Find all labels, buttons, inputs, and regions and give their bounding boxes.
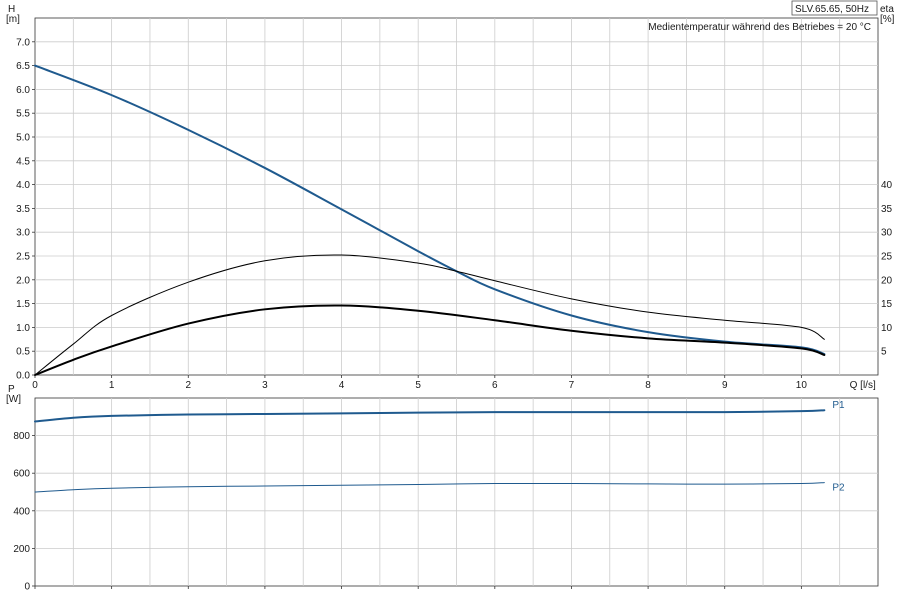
y-right-tick-label: 30 <box>881 228 893 239</box>
y-left-axis-unit: [W] <box>6 394 21 405</box>
y-left-tick-label: 800 <box>13 431 30 442</box>
pump-performance-chart: 0.0 0.5 1.0 1.5 2.0 2.5 3.0 3.5 4.0 4.5 5.0 5.5 6.0 6… <box>6 0 895 593</box>
y-left-tick-label: 1.5 <box>16 299 30 310</box>
x-tick-label: 7 <box>569 380 575 391</box>
y-left-tick-label: 6.5 <box>16 61 30 72</box>
y-left-tick-label: 5.0 <box>16 133 30 144</box>
y-left-tick-label: 4.0 <box>16 180 30 191</box>
y-right-tick-label: 35 <box>881 204 893 215</box>
x-tick-label: 3 <box>262 380 268 391</box>
x-tick-label: 8 <box>645 380 651 391</box>
y-right-axis-unit: [%] <box>880 14 895 25</box>
x-tick-label: 4 <box>339 380 345 391</box>
x-tick-label: 10 <box>796 380 808 391</box>
power-panel: 0200400600800P[W]P1P2 <box>6 384 879 593</box>
y-left-tick-label: 2.5 <box>16 252 30 263</box>
x-tick-label: 1 <box>109 380 115 391</box>
y-left-tick-label: 4.5 <box>16 156 30 167</box>
y-right-tick-label: 5 <box>881 347 887 358</box>
y-left-tick-label: 6.0 <box>16 85 30 96</box>
y-right-tick-label: 25 <box>881 252 893 263</box>
series-line <box>34 482 825 493</box>
x-tick-label: 2 <box>185 380 191 391</box>
series-label: P1 <box>832 400 845 411</box>
y-right-tick-label: 15 <box>881 299 893 310</box>
y-left-tick-label: 600 <box>13 469 30 480</box>
series-line <box>34 409 826 423</box>
y-left-tick-label: 0.0 <box>16 371 30 382</box>
series-line <box>34 64 826 356</box>
y-left-tick-label: 1.0 <box>16 323 30 334</box>
temperature-note: Medientemperatur während des Betriebes =… <box>648 22 871 33</box>
head-efficiency-panel: 0.0 0.5 1.0 1.5 2.0 2.5 3.0 3.5 4.0 4.5 5.0 5.5 6.0 6… <box>6 4 895 391</box>
y-right-tick-label: 20 <box>881 275 893 286</box>
series-label: P2 <box>832 483 845 494</box>
y-left-tick-label: 0 <box>24 582 30 593</box>
y-left-tick-label: 0.5 <box>16 347 30 358</box>
y-right-tick-label: 40 <box>881 180 893 191</box>
y-left-tick-label: 5.5 <box>16 109 30 120</box>
model-label: SLV.65.65, 50Hz <box>795 4 869 15</box>
y-left-tick-label: 3.5 <box>16 204 30 215</box>
y-left-axis-unit: [m] <box>6 14 20 25</box>
x-tick-label: 9 <box>722 380 728 391</box>
y-left-tick-label: 7.0 <box>16 37 30 48</box>
x-tick-label: 5 <box>415 380 421 391</box>
x-tick-label: 0 <box>32 380 38 391</box>
x-tick-label: 6 <box>492 380 498 391</box>
y-left-tick-label: 400 <box>13 506 30 517</box>
y-right-tick-label: 10 <box>881 323 893 334</box>
x-axis-title: Q [l/s] <box>850 380 876 391</box>
y-left-tick-label: 2.0 <box>16 275 30 286</box>
series-line <box>34 254 825 376</box>
y-left-tick-label: 200 <box>13 544 30 555</box>
y-left-tick-label: 3.0 <box>16 228 30 239</box>
